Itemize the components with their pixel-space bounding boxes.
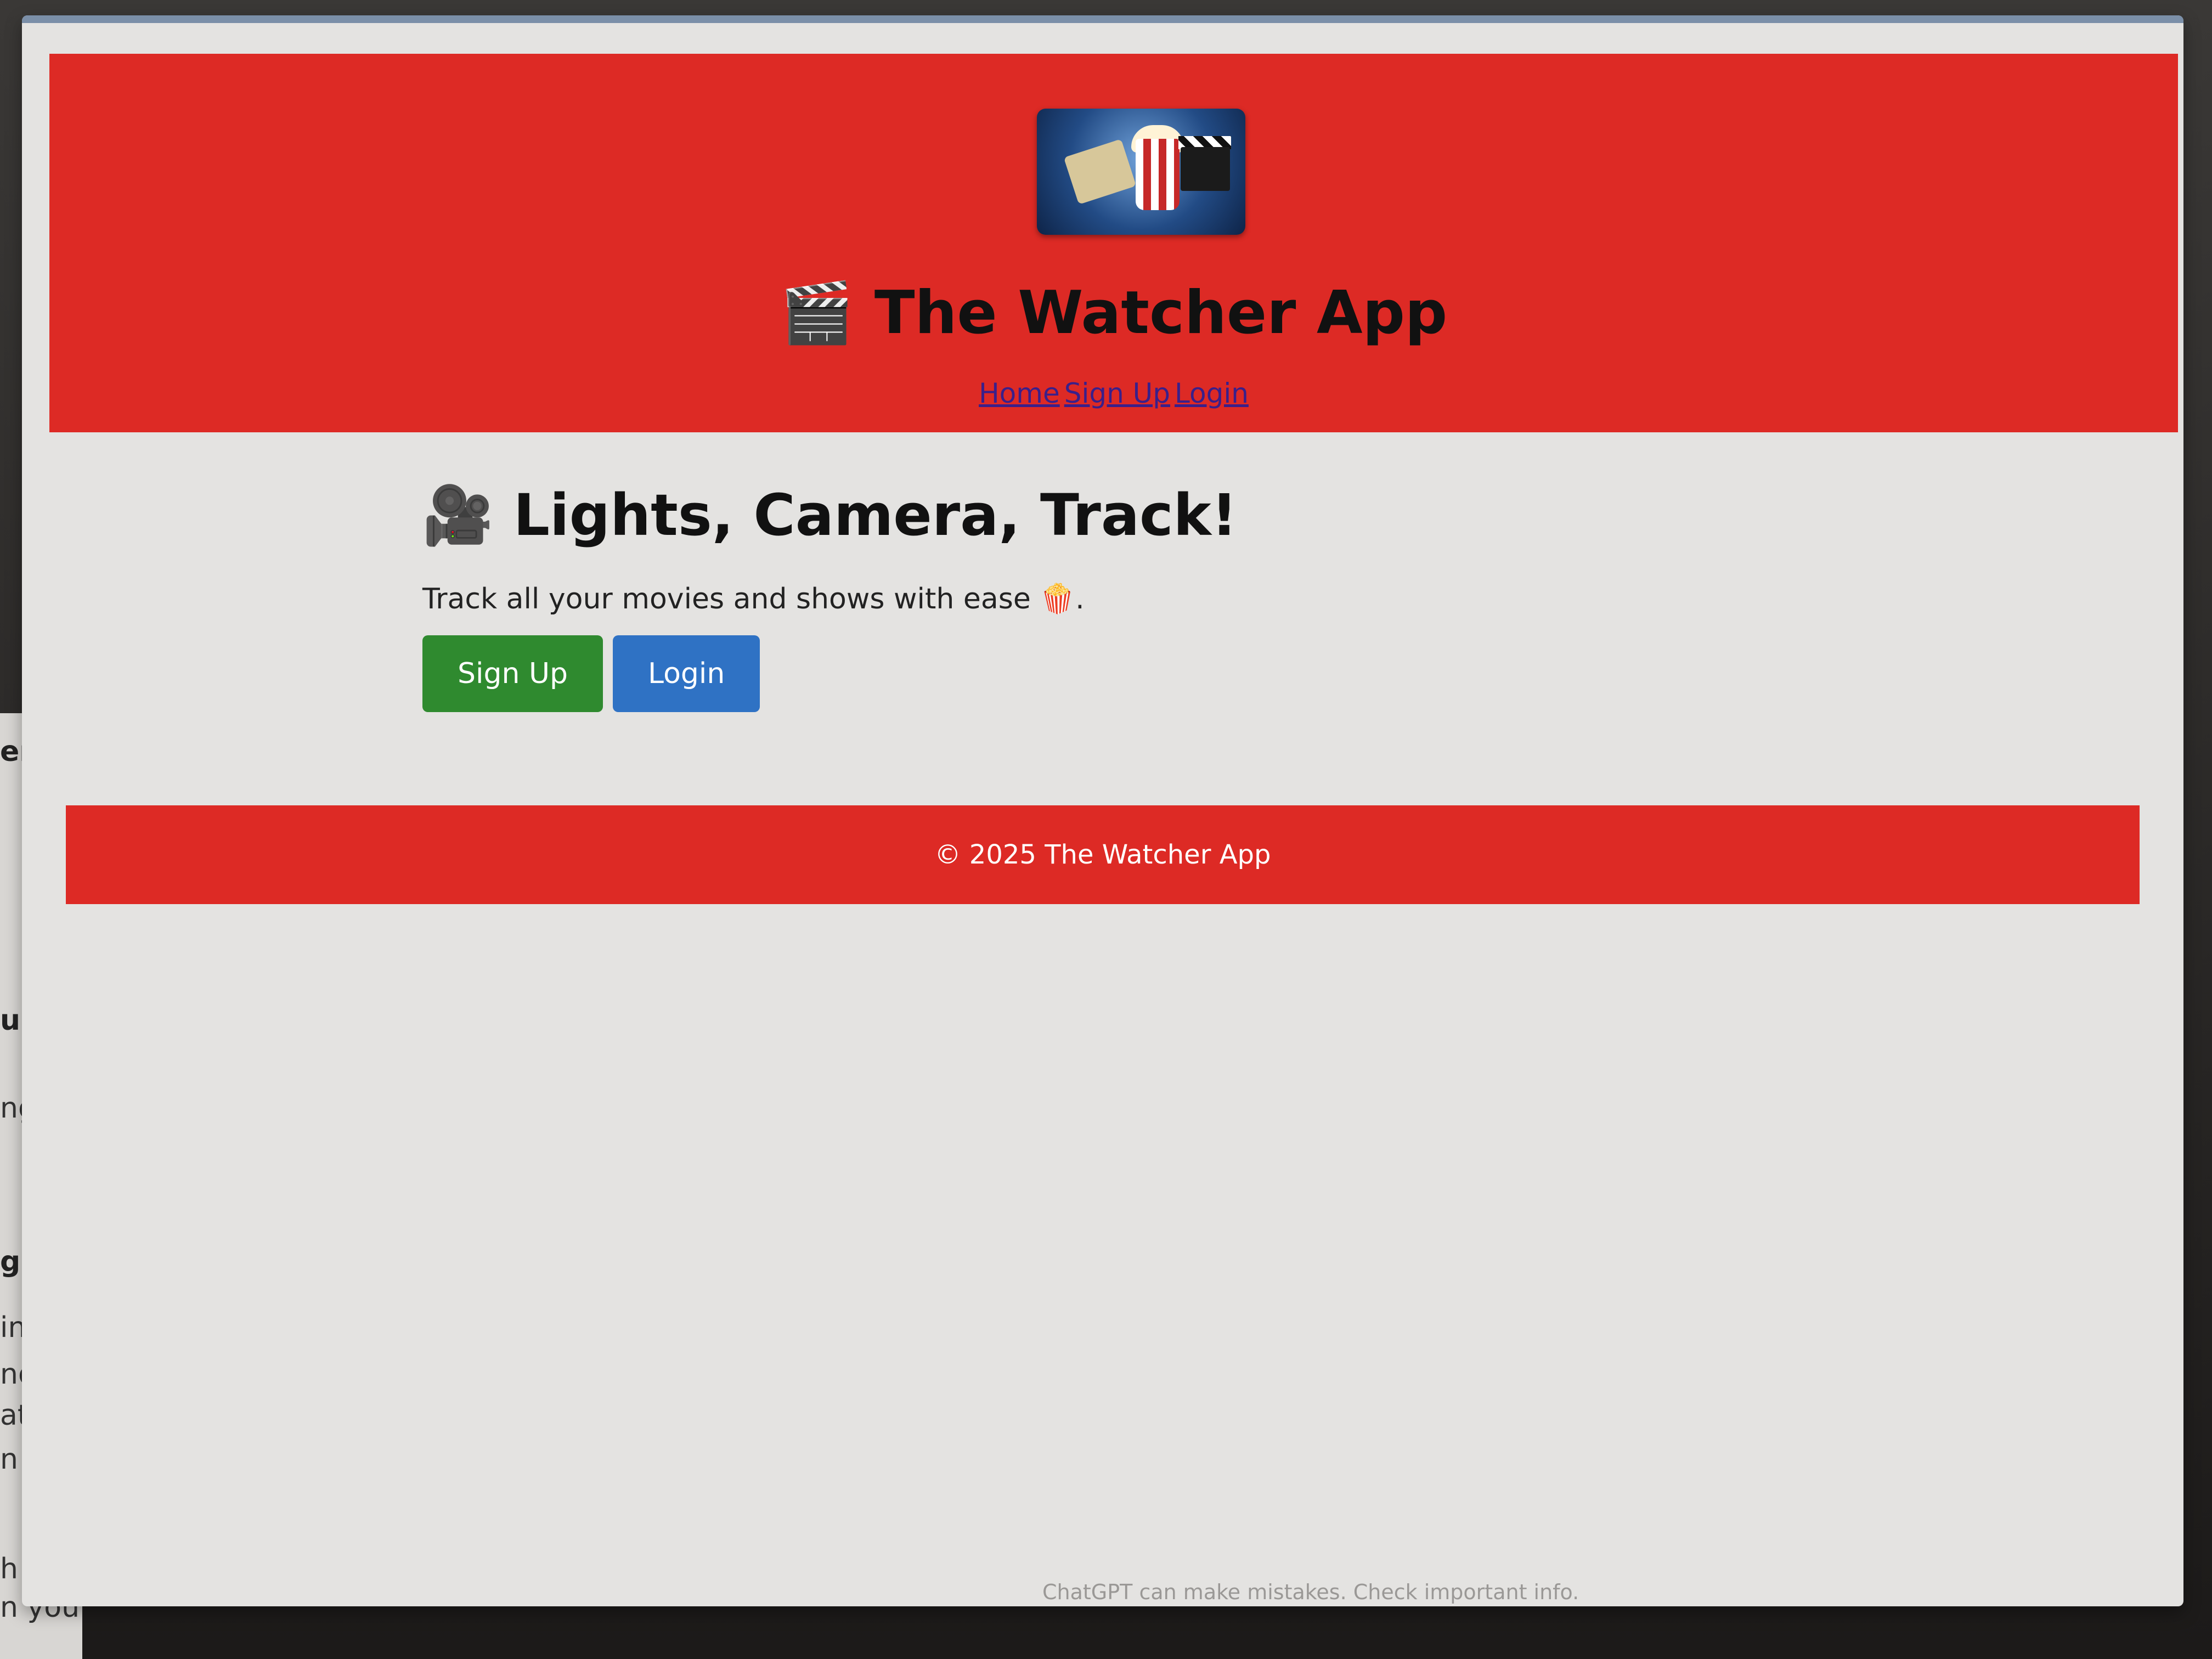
hero-subtitle: Track all your movies and shows with eas… [422, 583, 1085, 616]
site-header: 🎬 The Watcher App Home Sign Up Login [49, 54, 2178, 432]
main-nav: Home Sign Up Login [49, 377, 2178, 409]
photo-background: er ure ng a g lis indi ndiv at th n you … [0, 0, 2212, 1659]
browser-viewport: 🎬 The Watcher App Home Sign Up Login 🎥 Lig… [22, 15, 2183, 1606]
nav-link-login[interactable]: Login [1175, 377, 1249, 409]
ticket-icon [1063, 139, 1137, 205]
hero-title: 🎥 Lights, Camera, Track! [422, 482, 1238, 549]
site-title: 🎬 The Watcher App [780, 279, 1448, 347]
cta-buttons: Sign Up Login [422, 635, 1739, 712]
signup-button[interactable]: Sign Up [422, 635, 603, 712]
movie-night-logo-icon [1037, 109, 1245, 235]
popcorn-bucket-icon [1136, 139, 1180, 210]
main-content: 🎥 Lights, Camera, Track! Track all your … [422, 482, 1739, 712]
background-caption: ChatGPT can make mistakes. Check importa… [1042, 1580, 1579, 1604]
clapperboard-icon [1181, 147, 1230, 191]
nav-link-signup[interactable]: Sign Up [1064, 377, 1170, 409]
nav-link-home[interactable]: Home [979, 377, 1060, 409]
site-footer: © 2025 The Watcher App [66, 805, 2140, 904]
login-button[interactable]: Login [613, 635, 760, 712]
browser-chrome-strip [22, 15, 2183, 23]
